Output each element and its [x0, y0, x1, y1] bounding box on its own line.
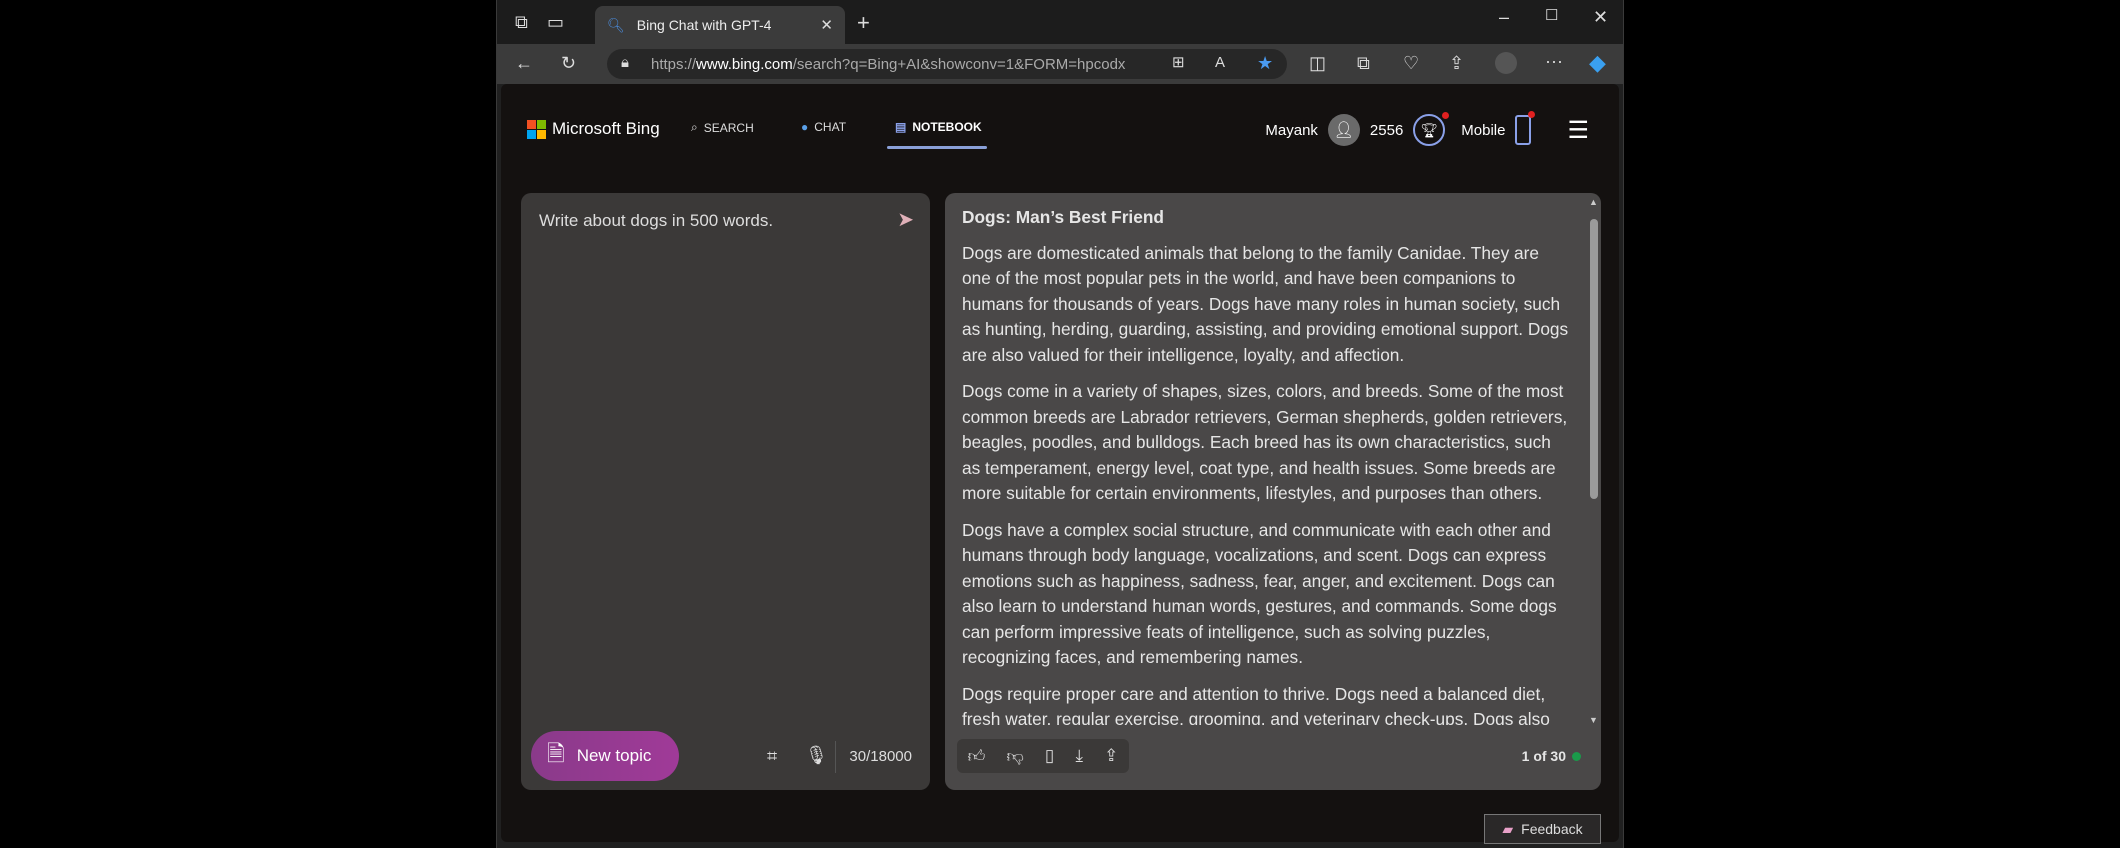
maximize-icon[interactable]: ☐	[1545, 8, 1558, 23]
read-aloud-icon[interactable]: A	[1215, 55, 1225, 70]
url-path: /search?q=Bing+AI&showconv=1&FORM=hpcodx	[792, 55, 1126, 73]
new-topic-icon: 🗎︎	[547, 741, 565, 766]
feedback-label: Feedback	[1521, 821, 1583, 837]
response-count: 1 of 30	[1522, 748, 1581, 764]
tab-title: Bing Chat with GPT-4	[636, 17, 772, 33]
feedback-icon: ▰	[1502, 820, 1514, 837]
chat-icon: ●	[801, 120, 809, 134]
url-prefix: https://	[651, 55, 697, 73]
browser-essentials-icon[interactable]: ♡	[1403, 54, 1419, 72]
app-available-icon[interactable]: ⊞	[1172, 55, 1185, 70]
status-dot	[1572, 751, 1581, 761]
mobile-label[interactable]: Mobile	[1461, 122, 1505, 139]
response-paragraph: Dogs require proper care and attention t…	[962, 683, 1550, 726]
back-icon[interactable]: ←	[515, 54, 533, 72]
prompt-input[interactable]: Write about dogs in 500 words.	[539, 211, 773, 231]
thumbs-down-icon[interactable]: 👎︎	[1007, 746, 1024, 767]
rewards-trophy-icon[interactable]: 🏆︎	[1413, 112, 1450, 146]
more-icon[interactable]: ···	[1545, 52, 1563, 70]
hamburger-menu-icon[interactable]: ☰	[1567, 116, 1589, 145]
response-panel: Dogs: Man’s Best Friend Dogs are domesti…	[945, 193, 1601, 790]
lock-icon[interactable]: 🔒︎	[621, 55, 629, 70]
nav-chat[interactable]: ● CHAT	[801, 120, 846, 134]
mobile-phone-icon[interactable]	[1515, 111, 1536, 145]
refresh-icon[interactable]: ↻	[561, 54, 576, 72]
response-paragraph: Dogs are domesticated animals that belon…	[962, 242, 1569, 365]
thumbs-up-icon[interactable]: 👍︎	[968, 746, 986, 767]
nav-label: NOTEBOOK	[912, 120, 982, 134]
new-topic-button[interactable]: 🗎︎ New topic	[531, 731, 679, 781]
microsoft-logo-icon	[527, 119, 546, 139]
tab-actions-icon[interactable]: ▭	[547, 13, 564, 31]
search-favicon-icon: 🔍︎	[607, 16, 625, 33]
logo-text: Microsoft Bing	[552, 119, 660, 138]
collections-icon[interactable]: ⧉	[1357, 54, 1370, 72]
new-tab-icon[interactable]: +	[857, 12, 870, 34]
feedback-button[interactable]: ▰ Feedback	[1484, 814, 1601, 844]
scroll-down-icon[interactable]: ▼	[1589, 715, 1598, 725]
rewards-points[interactable]: 2556	[1370, 122, 1403, 139]
char-counter: 30/18000	[849, 748, 912, 765]
address-toolbar: ← ↻ 🔒︎ https://www.bing.com/search?q=Bin…	[497, 44, 1623, 84]
url-domain: www.bing.com	[696, 55, 793, 73]
bing-page: Microsoft Bing ⌕ SEARCH ● CHAT ▤ NOTEBOOK M…	[501, 84, 1619, 844]
split-screen-icon[interactable]: ◫	[1309, 54, 1326, 72]
notebook-icon: ▤	[895, 120, 907, 134]
close-tab-icon[interactable]: ✕	[820, 16, 833, 34]
response-paragraph: Dogs come in a variety of shapes, sizes,…	[962, 381, 1568, 503]
user-name[interactable]: Mayank	[1265, 122, 1318, 139]
divider	[835, 741, 836, 773]
new-topic-label: New topic	[576, 746, 652, 765]
nav-label: SEARCH	[703, 120, 754, 135]
scrollbar-thumb[interactable]	[1590, 219, 1598, 499]
scroll-up-icon[interactable]: ▲	[1589, 197, 1598, 207]
page-indicator: 1 of 30	[1521, 748, 1566, 764]
workspaces-icon[interactable]: ⧉	[515, 13, 528, 31]
tab-bar: ⧉ ▭ 🔍︎ Bing Chat with GPT-4 ✕ + – ☐ ✕	[497, 0, 1623, 44]
active-tab-indicator	[887, 146, 987, 149]
profile-avatar-icon[interactable]	[1495, 52, 1517, 74]
browser-window: ⧉ ▭ 🔍︎ Bing Chat with GPT-4 ✕ + – ☐ ✕ ← …	[496, 0, 1624, 848]
share-icon[interactable]: ⇪	[1104, 746, 1118, 766]
notification-dot	[1528, 111, 1536, 118]
response-content: Dogs: Man’s Best Friend Dogs are domesti…	[962, 205, 1572, 725]
close-window-icon[interactable]: ✕	[1593, 8, 1608, 26]
minimize-icon[interactable]: –	[1499, 8, 1509, 26]
share-icon[interactable]: ⇪	[1449, 54, 1464, 72]
bing-logo[interactable]: Microsoft Bing	[527, 119, 660, 139]
notification-dot	[1442, 112, 1450, 119]
send-icon[interactable]: ➤	[897, 207, 914, 232]
microphone-icon[interactable]: 🎙︎	[805, 746, 828, 764]
nav-notebook[interactable]: ▤ NOTEBOOK	[895, 120, 982, 134]
avatar[interactable]: 👤︎	[1327, 114, 1360, 146]
response-paragraph: Dogs have a complex social structure, an…	[962, 519, 1557, 668]
download-icon[interactable]: ⤓	[1075, 746, 1083, 766]
nav-label: CHAT	[814, 120, 847, 134]
copilot-icon[interactable]: ◆	[1589, 52, 1606, 74]
composer-panel: Write about dogs in 500 words. ➤ 🗎︎ New …	[521, 193, 930, 790]
address-bar[interactable]: 🔒︎ https://www.bing.com/search?q=Bing+AI…	[607, 49, 1287, 79]
scrollbar[interactable]: ▲ ▼	[1589, 197, 1599, 725]
tab-bing-chat[interactable]: 🔍︎ Bing Chat with GPT-4 ✕	[595, 6, 845, 44]
nav-search[interactable]: ⌕ SEARCH	[691, 120, 754, 135]
user-area: Mayank 👤︎ 2556 🏆︎ Mobile ☰	[1265, 111, 1589, 146]
response-actions: 👍︎ 👎︎ ▯ ⤓ ⇪	[957, 739, 1129, 773]
visual-search-icon[interactable]: ⌗	[767, 747, 777, 765]
search-icon: ⌕	[691, 120, 698, 134]
favorite-star-icon[interactable]: ★	[1257, 54, 1273, 72]
copy-icon[interactable]: ▯	[1045, 746, 1054, 766]
response-title: Dogs: Man’s Best Friend	[962, 207, 1164, 227]
